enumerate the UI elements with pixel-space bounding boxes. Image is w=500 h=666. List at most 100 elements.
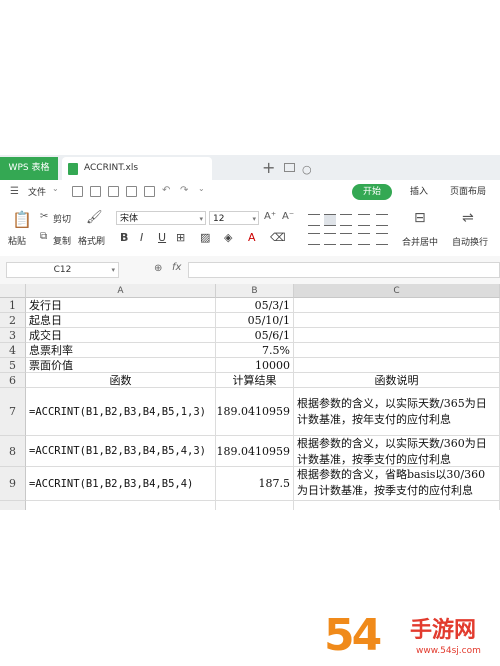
print-icon[interactable] bbox=[108, 186, 119, 197]
font-name-select[interactable]: 宋体 ▾ bbox=[116, 211, 206, 225]
column-header-c[interactable]: C bbox=[294, 284, 500, 298]
document-tab[interactable]: ACCRINT.xls ○ bbox=[62, 157, 312, 180]
italic-icon[interactable]: I bbox=[140, 231, 143, 244]
align-center-icon[interactable] bbox=[324, 233, 336, 245]
undo-icon[interactable]: ↶ bbox=[162, 185, 170, 196]
align-right-icon[interactable] bbox=[340, 233, 352, 245]
cell-b5[interactable]: 10000 bbox=[216, 358, 294, 373]
new-tab-button[interactable]: + bbox=[262, 155, 275, 180]
wrap-text-icon[interactable]: ⇌ bbox=[462, 210, 474, 226]
quick-access-chevron-icon[interactable]: ⌄ bbox=[198, 184, 205, 193]
clear-format-icon[interactable]: ⌫ bbox=[270, 231, 286, 244]
align-top-icon[interactable] bbox=[308, 214, 320, 226]
select-all-corner[interactable] bbox=[0, 284, 26, 298]
decrease-font-icon[interactable]: A⁻ bbox=[282, 211, 294, 222]
font-size-select[interactable]: 12 ▾ bbox=[209, 211, 259, 225]
copy-icon[interactable]: ⧉ bbox=[40, 231, 47, 242]
save-icon[interactable] bbox=[90, 186, 101, 197]
cell-a1[interactable]: 发行日 bbox=[26, 298, 216, 313]
formula-input[interactable] bbox=[188, 262, 500, 278]
cell-c1[interactable] bbox=[294, 298, 500, 313]
redo-icon[interactable]: ↷ bbox=[180, 185, 188, 196]
cell-c4[interactable] bbox=[294, 343, 500, 358]
column-header-b[interactable]: B bbox=[216, 284, 294, 298]
cell-c9[interactable]: 根据参数的含义，省略basis以30/360为日计数基准，按季支付的应付利息 bbox=[294, 467, 500, 501]
cell-style-icon[interactable]: ▨ bbox=[200, 231, 210, 244]
cell-a8[interactable]: =ACCRINT(B1,B2,B3,B4,B5,4,3) bbox=[26, 436, 216, 467]
hamburger-menu-icon[interactable]: ☰ bbox=[10, 186, 19, 197]
cell-c2[interactable] bbox=[294, 313, 500, 328]
row-header[interactable]: 4 bbox=[0, 343, 26, 358]
row-header[interactable]: 7 bbox=[0, 388, 26, 436]
file-menu[interactable]: 文件 bbox=[28, 185, 46, 198]
paste-icon[interactable]: 📋 bbox=[12, 210, 32, 229]
copy-button[interactable]: 复制 bbox=[53, 234, 71, 247]
row-header[interactable]: 1 bbox=[0, 298, 26, 313]
open-folder-icon[interactable] bbox=[72, 186, 83, 197]
cut-button[interactable]: 剪切 bbox=[53, 212, 71, 225]
row-header[interactable]: 8 bbox=[0, 436, 26, 467]
text-direction-icon[interactable] bbox=[358, 214, 370, 226]
name-box[interactable]: C12 ▾ bbox=[6, 262, 119, 278]
cell-c7[interactable]: 根据参数的含义，以实际天数/365为日计数基准，按年支付的应付利息 bbox=[294, 388, 500, 436]
close-tab-icon[interactable]: ○ bbox=[302, 160, 312, 180]
cell-a3[interactable]: 成交日 bbox=[26, 328, 216, 343]
cell-b3[interactable]: 05/6/1 bbox=[216, 328, 294, 343]
window-mode-icon[interactable] bbox=[284, 163, 295, 172]
cell-c6[interactable]: 函数说明 bbox=[294, 373, 500, 388]
cell-b2[interactable]: 05/10/1 bbox=[216, 313, 294, 328]
cell-b8[interactable]: 189.0410959 bbox=[216, 436, 294, 467]
row-header[interactable] bbox=[0, 501, 26, 510]
merge-center-button[interactable]: 合并居中 bbox=[402, 235, 438, 248]
cell-a4[interactable]: 息票利率 bbox=[26, 343, 216, 358]
tab-page-layout[interactable]: 页面布局 bbox=[450, 184, 486, 200]
tab-start[interactable]: 开始 bbox=[352, 184, 392, 200]
border-icon[interactable]: ⊞ bbox=[176, 231, 185, 244]
wrap-text-button[interactable]: 自动换行 bbox=[452, 235, 488, 248]
format-painter-icon[interactable]: 🖌 bbox=[86, 210, 103, 225]
paste-button-label[interactable]: 粘贴 bbox=[8, 234, 26, 247]
cell-a6[interactable]: 函数 bbox=[26, 373, 216, 388]
row-header[interactable]: 9 bbox=[0, 467, 26, 501]
bold-icon[interactable]: B bbox=[120, 231, 128, 244]
export-pdf-icon[interactable] bbox=[144, 186, 155, 197]
cell-a10[interactable] bbox=[26, 501, 216, 510]
indent-icon[interactable] bbox=[376, 214, 388, 226]
font-color-icon[interactable]: A bbox=[248, 231, 256, 244]
scissors-icon[interactable]: ✂ bbox=[40, 211, 48, 222]
row-header[interactable]: 6 bbox=[0, 373, 26, 388]
cell-b9[interactable]: 187.5 bbox=[216, 467, 294, 501]
distributed-align-icon[interactable] bbox=[376, 233, 388, 245]
cell-c8[interactable]: 根据参数的含义，以实际天数/360为日计数基准，按季支付的应付利息 bbox=[294, 436, 500, 467]
justify-icon[interactable] bbox=[358, 233, 370, 245]
wps-app-tab[interactable]: WPS 表格 bbox=[0, 157, 58, 180]
align-bottom-icon[interactable] bbox=[340, 214, 352, 226]
cell-c10[interactable] bbox=[294, 501, 500, 510]
cell-b7[interactable]: 189.0410959 bbox=[216, 388, 294, 436]
fx-icon[interactable]: fx bbox=[172, 262, 181, 273]
increase-font-icon[interactable]: A⁺ bbox=[264, 211, 276, 222]
zoom-icon[interactable]: ⊕ bbox=[154, 263, 162, 274]
print-preview-icon[interactable] bbox=[126, 186, 137, 197]
format-painter-button[interactable]: 格式刷 bbox=[78, 234, 105, 247]
cell-a7[interactable]: =ACCRINT(B1,B2,B3,B4,B5,1,3) bbox=[26, 388, 216, 436]
row-header[interactable]: 2 bbox=[0, 313, 26, 328]
row-header[interactable]: 3 bbox=[0, 328, 26, 343]
cell-b6[interactable]: 计算结果 bbox=[216, 373, 294, 388]
column-header-a[interactable]: A bbox=[26, 284, 216, 298]
underline-icon[interactable]: U bbox=[158, 231, 166, 244]
cell-b10[interactable] bbox=[216, 501, 294, 510]
merge-center-icon[interactable]: ⊟ bbox=[414, 210, 426, 226]
cell-a9[interactable]: =ACCRINT(B1,B2,B3,B4,B5,4) bbox=[26, 467, 216, 501]
cell-c5[interactable] bbox=[294, 358, 500, 373]
cell-a5[interactable]: 票面价值 bbox=[26, 358, 216, 373]
row-header[interactable]: 5 bbox=[0, 358, 26, 373]
align-middle-icon[interactable] bbox=[324, 214, 336, 226]
align-left-icon[interactable] bbox=[308, 233, 320, 245]
cell-c3[interactable] bbox=[294, 328, 500, 343]
cell-b1[interactable]: 05/3/1 bbox=[216, 298, 294, 313]
tab-insert[interactable]: 插入 bbox=[410, 184, 428, 200]
fill-color-icon[interactable]: ◈ bbox=[224, 231, 232, 244]
cell-a2[interactable]: 起息日 bbox=[26, 313, 216, 328]
cell-b4[interactable]: 7.5% bbox=[216, 343, 294, 358]
